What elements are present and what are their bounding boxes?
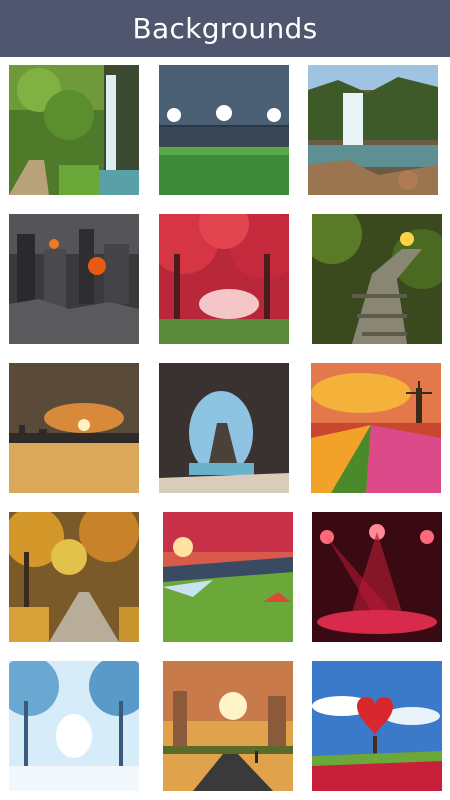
background-thumb-ruined-city-road-sunset[interactable] [163,661,293,791]
background-thumb-autumn-park-road[interactable] [9,512,139,642]
background-thumb-city-sunset[interactable] [9,363,139,493]
background-thumb-red-spotlight-stage[interactable] [312,512,442,642]
background-thumb-forest-stone-stairs[interactable] [312,214,442,344]
background-thumb-sunset-valley-hills[interactable] [163,512,293,642]
background-thumb-burning-ruined-city[interactable] [9,214,139,344]
background-thumb-forest-waterfall[interactable] [9,65,139,195]
background-thumb-rocky-waterfall[interactable] [308,65,438,195]
background-thumb-snowy-tree-alley[interactable] [9,661,139,791]
background-thumb-sea-cave-arch[interactable] [159,363,289,493]
background-thumb-football-stadium[interactable] [159,65,289,195]
background-thumb-heart-tree-field[interactable] [312,661,442,791]
background-thumb-red-autumn-forest-path[interactable] [159,214,289,344]
backgrounds-grid [0,0,450,800]
background-thumb-tulip-field-windmill[interactable] [311,363,441,493]
